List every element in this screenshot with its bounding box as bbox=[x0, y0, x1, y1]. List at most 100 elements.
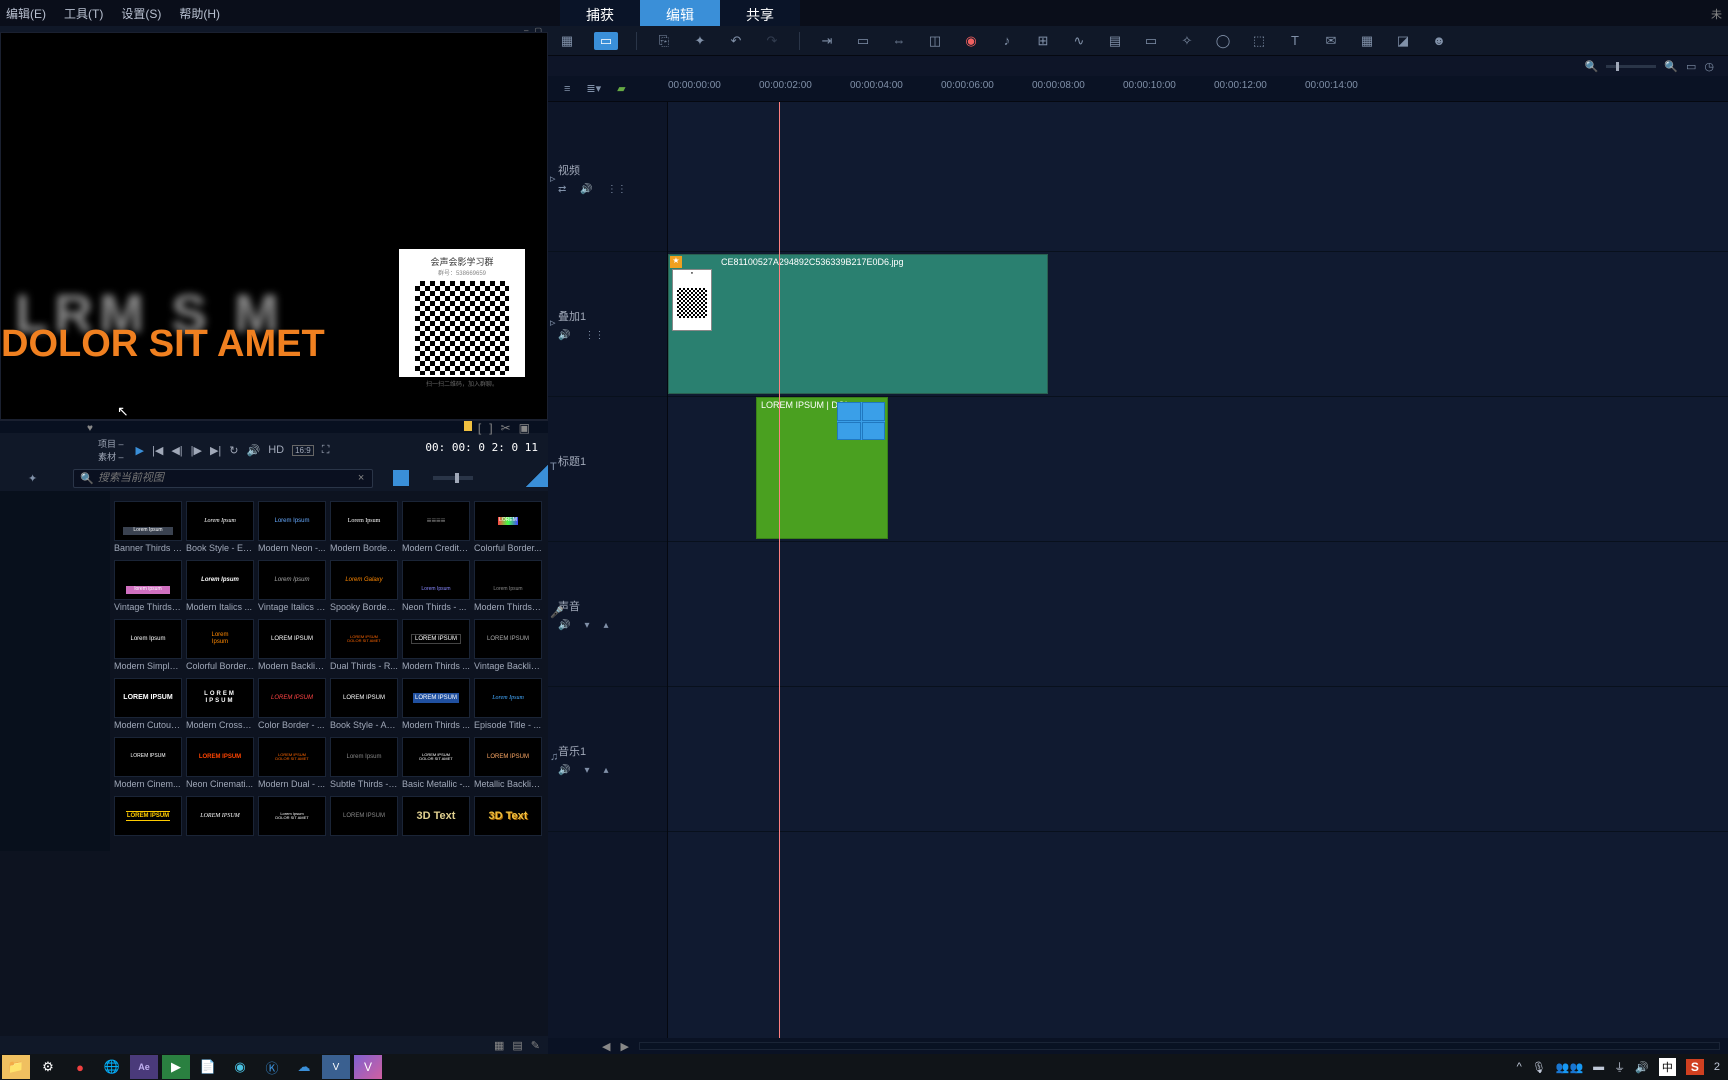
title-clip[interactable]: LOREM IPSUM | DOL bbox=[756, 397, 888, 539]
tray-expand-icon[interactable]: ^ bbox=[1517, 1061, 1522, 1073]
lens-icon[interactable]: ◪ bbox=[1394, 32, 1412, 50]
library-thumb[interactable]: Lorem IpsumModern Thirds -... bbox=[474, 560, 542, 615]
link-icon[interactable]: ⇄ bbox=[558, 184, 566, 195]
crop-icon[interactable]: ◫ bbox=[926, 32, 944, 50]
mask-icon[interactable]: ◯ bbox=[1214, 32, 1232, 50]
library-thumb[interactable]: LOREM IPSUMModern Thirds ... bbox=[402, 678, 470, 733]
track-music-header[interactable]: ♫ 音乐1 🔊 ▾ ▴ bbox=[548, 687, 667, 832]
library-thumb[interactable]: LOREM IPSUMDOLOR SIT AMETModern Dual - .… bbox=[258, 737, 326, 792]
tab-capture[interactable]: 捕获 bbox=[560, 0, 640, 28]
library-thumb[interactable]: LoremIpsumColorful Border... bbox=[186, 619, 254, 674]
lane-music[interactable] bbox=[668, 687, 1728, 832]
menu-settings[interactable]: 设置(S) bbox=[121, 5, 161, 22]
library-thumb[interactable]: Lorem IpsumBanner Thirds - ... bbox=[114, 501, 182, 556]
clear-search-icon[interactable]: × bbox=[358, 472, 364, 484]
thumb-size-slider[interactable] bbox=[433, 476, 473, 480]
tb-explorer-icon[interactable]: 📁 bbox=[2, 1055, 30, 1079]
aspect-ratio[interactable]: 16:9 bbox=[292, 445, 314, 456]
library-thumb[interactable]: LOREM IPSUM bbox=[330, 796, 398, 841]
library-thumb[interactable]: Lorem IpsumSubtle Thirds - ... bbox=[330, 737, 398, 792]
subtitle-icon[interactable]: ▭ bbox=[1142, 32, 1160, 50]
scroll-left-icon[interactable]: ◀ bbox=[602, 1040, 610, 1053]
library-thumb[interactable]: LOREM IPSUMVintage Backlig... bbox=[474, 619, 542, 674]
library-thumb[interactable]: LOREM IPSUMColor Border - ... bbox=[258, 678, 326, 733]
chapter-icon[interactable]: ▤ bbox=[1106, 32, 1124, 50]
tray-clock[interactable]: 2 bbox=[1714, 1061, 1720, 1073]
fit-project-icon[interactable]: ⇥ bbox=[818, 32, 836, 50]
mark-in-icon[interactable]: [ bbox=[478, 421, 481, 435]
library-thumb[interactable]: LOREM IPSUM bbox=[114, 796, 182, 841]
loop-icon[interactable]: ↻ bbox=[229, 444, 238, 457]
scrub-handle[interactable] bbox=[464, 421, 472, 431]
library-search[interactable]: 🔍 × bbox=[73, 469, 373, 488]
library-category-sidebar[interactable] bbox=[0, 491, 110, 851]
library-thumb[interactable]: LOREM IPSUMMetallic Backlig... bbox=[474, 737, 542, 792]
lib-tool-2-icon[interactable]: ▤ bbox=[512, 1039, 522, 1052]
timeline-ruler[interactable]: 00:00:00:0000:00:02:0000:00:04:0000:00:0… bbox=[668, 76, 1728, 101]
list-icon[interactable]: ≡ bbox=[564, 83, 570, 95]
menu-edit[interactable]: 编辑(E) bbox=[6, 5, 46, 22]
fx-icon[interactable]: ✦ bbox=[28, 472, 37, 485]
redo-icon[interactable]: ↷ bbox=[763, 32, 781, 50]
library-thumb[interactable]: Lorem IpsumBook Style - Ex... bbox=[186, 501, 254, 556]
time-remap-icon[interactable]: ◉ bbox=[962, 32, 980, 50]
library-thumb[interactable]: ≡≡≡≡Modern Credits... bbox=[402, 501, 470, 556]
library-thumb[interactable]: Lorem IpsumNeon Thirds - ... bbox=[402, 560, 470, 615]
collapse-icon[interactable]: ▴ bbox=[603, 765, 608, 776]
lane-video[interactable] bbox=[668, 102, 1728, 252]
zoom-slider[interactable] bbox=[1606, 65, 1656, 68]
color-grade-icon[interactable]: ▦ bbox=[1358, 32, 1376, 50]
library-thumb[interactable]: LOREM IPSUMNeon Cinemati... bbox=[186, 737, 254, 792]
volume-icon[interactable]: 🔊 bbox=[247, 444, 261, 457]
zoom-in-icon[interactable]: 🔍 bbox=[1664, 60, 1678, 73]
lane-title[interactable]: LOREM IPSUM | DOL bbox=[668, 397, 1728, 542]
tb-chrome-icon[interactable]: 🌐 bbox=[98, 1055, 126, 1079]
library-thumb[interactable]: LOREM IPSUMModern Thirds ... bbox=[402, 619, 470, 674]
library-thumb[interactable]: LOREMColorful Border... bbox=[474, 501, 542, 556]
tray-sogou-icon[interactable]: S bbox=[1686, 1059, 1704, 1075]
scroll-right-icon[interactable]: ▶ bbox=[620, 1040, 628, 1053]
snapshot-icon[interactable]: ▣ bbox=[519, 421, 530, 435]
library-thumb[interactable]: Lorem IpsumDOLOR SIT AMET bbox=[258, 796, 326, 841]
library-thumb[interactable]: 3D Text bbox=[402, 796, 470, 841]
lock-icon[interactable]: ⋮⋮ bbox=[584, 330, 604, 341]
tray-volume-icon[interactable]: 🔊 bbox=[1635, 1061, 1649, 1074]
library-thumb[interactable]: Lorem IpsumVintage Italics -... bbox=[258, 560, 326, 615]
library-thumb[interactable]: LOREM IPSUMModern Cutout ... bbox=[114, 678, 182, 733]
menu-help[interactable]: 帮助(H) bbox=[179, 5, 220, 22]
library-thumb[interactable]: Lorem IpsumModern Simple... bbox=[114, 619, 182, 674]
tb-app2-icon[interactable]: ⚙ bbox=[34, 1055, 62, 1079]
expand-icon[interactable]: ▾ bbox=[584, 620, 589, 631]
play-mode-labels[interactable]: 项目 – 素材 – bbox=[98, 437, 124, 463]
timeline-view-icon[interactable]: ▭ bbox=[594, 32, 618, 50]
tray-icon-1[interactable]: 🎙 bbox=[1532, 1061, 1546, 1074]
tab-share[interactable]: 共享 bbox=[720, 0, 800, 28]
scrub-bar[interactable]: ♥ bbox=[0, 421, 548, 433]
pan-zoom-icon[interactable]: ▭ bbox=[854, 32, 872, 50]
panel-collapse-icon[interactable] bbox=[526, 465, 548, 487]
tb-cloud-icon[interactable]: ☁ bbox=[290, 1055, 318, 1079]
zoom-out-icon[interactable]: 🔍 bbox=[1585, 60, 1599, 73]
library-thumb[interactable]: Lorem IpsumModern Neon -... bbox=[258, 501, 326, 556]
lib-tool-1-icon[interactable]: ▦ bbox=[494, 1039, 504, 1052]
tb-vegas-icon[interactable]: V bbox=[322, 1055, 350, 1079]
tb-edge-icon[interactable]: ◉ bbox=[226, 1055, 254, 1079]
add-marker-icon[interactable]: ▰ bbox=[617, 82, 625, 95]
tb-kugou-icon[interactable]: Ⓚ bbox=[258, 1055, 286, 1079]
library-thumb[interactable]: LOREM IPSUMModern Cinem... bbox=[114, 737, 182, 792]
track-title-header[interactable]: T 标题1 . bbox=[548, 397, 667, 542]
timecode-display[interactable]: 00: 00: 0 2: 0 11 bbox=[425, 441, 538, 454]
tray-ime[interactable]: 中 bbox=[1659, 1058, 1676, 1076]
tracking-icon[interactable]: ✧ bbox=[1178, 32, 1196, 50]
hd-badge[interactable]: HD bbox=[268, 444, 284, 456]
timeline-scrollbar[interactable] bbox=[639, 1042, 1720, 1050]
overlay-clip[interactable]: ★ CE81100527A294892C536339B217E0D6.jpg ● bbox=[668, 254, 1048, 394]
fit-timeline-icon[interactable]: ▭ bbox=[1686, 60, 1696, 73]
green-screen-icon[interactable]: ✉ bbox=[1322, 32, 1340, 50]
tb-notes-icon[interactable]: 📄 bbox=[194, 1055, 222, 1079]
mute-icon[interactable]: 🔊 bbox=[558, 330, 570, 341]
track-content-area[interactable]: ★ CE81100527A294892C536339B217E0D6.jpg ●… bbox=[668, 102, 1728, 1038]
library-thumb[interactable]: Lorem IpsumEpisode Title - ... bbox=[474, 678, 542, 733]
mute-icon[interactable]: 🔊 bbox=[580, 184, 592, 195]
mute-icon[interactable]: 🔊 bbox=[558, 620, 570, 631]
